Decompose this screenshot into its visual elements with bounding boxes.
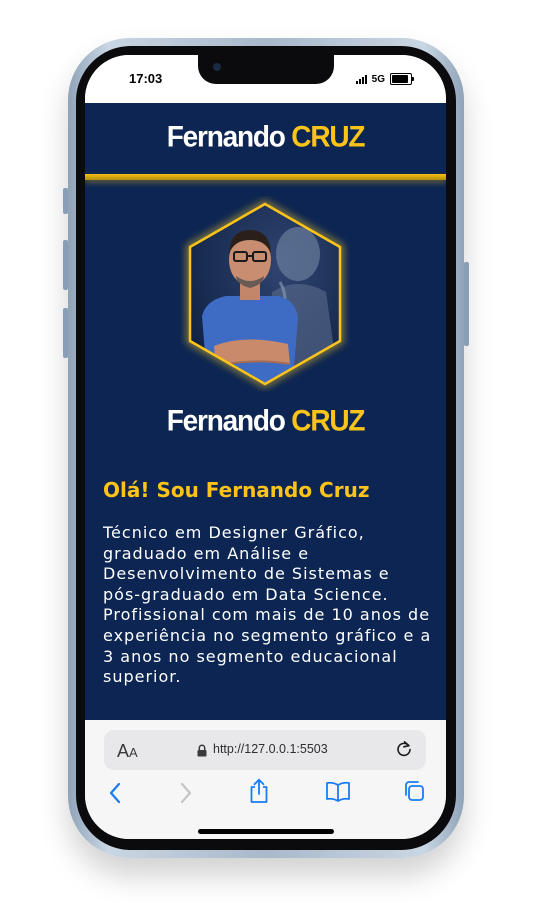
signal-icon (355, 74, 367, 84)
tabs-icon[interactable] (402, 779, 426, 803)
bookmarks-icon[interactable] (325, 780, 351, 802)
camera-icon (213, 63, 221, 71)
address-bar[interactable]: AA http://127.0.0.1:5503 (104, 730, 426, 770)
phone-volume-down (63, 308, 68, 358)
bio-text: Técnico em Designer Gráfico, graduado em… (103, 523, 432, 687)
phone-mute-switch (63, 188, 68, 214)
status-indicators: 5G (355, 73, 414, 85)
aa-large-letter: A (117, 741, 130, 761)
hero-last-name: CRUZ (291, 404, 365, 437)
url-text: http://127.0.0.1:5503 (213, 742, 328, 756)
phone-volume-up (63, 240, 68, 290)
phone-screen: 17:03 5G Fernando CRUZ Fernando CRUZ Olá… (85, 55, 446, 839)
network-type: 5G (371, 73, 385, 85)
logo-last-name: CRUZ (291, 120, 365, 153)
home-indicator[interactable] (198, 829, 334, 834)
status-time: 17:03 (129, 71, 163, 86)
reload-icon[interactable] (394, 739, 414, 759)
header-logo[interactable]: Fernando CRUZ (85, 120, 446, 154)
hero-first-name: Fernando (166, 404, 286, 437)
battery-icon (390, 73, 414, 85)
profile-photo (186, 199, 344, 389)
webpage: Fernando CRUZ Fernando CRUZ Olá! Sou Fer… (85, 103, 446, 720)
hero-name: Fernando CRUZ (85, 404, 446, 438)
aa-small-letter: A (129, 745, 138, 760)
header-divider (85, 174, 446, 180)
share-icon[interactable] (248, 778, 270, 804)
lock-icon (197, 744, 207, 757)
phone-power-button (464, 262, 469, 346)
reader-settings-button[interactable]: AA (117, 741, 138, 762)
forward-icon[interactable] (179, 782, 193, 804)
safari-toolbar (85, 774, 446, 814)
logo-first-name: Fernando (166, 120, 286, 153)
back-icon[interactable] (108, 782, 122, 804)
status-bar: 17:03 5G (85, 55, 446, 103)
greeting-heading: Olá! Sou Fernando Cruz (103, 478, 370, 502)
safari-bottom-bar: AA http://127.0.0.1:5503 (85, 720, 446, 839)
